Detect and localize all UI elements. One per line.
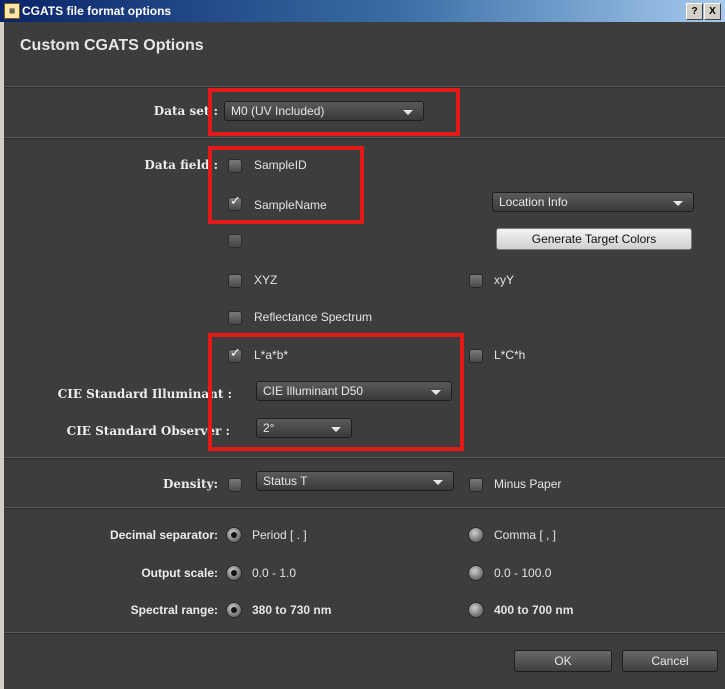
density-label: Density: (162, 477, 218, 491)
decimal-comma-label: Comma [ , ] (494, 528, 557, 542)
xyz-label: XYZ (254, 273, 278, 287)
scale-100-label: 0.0 - 100.0 (494, 566, 552, 580)
cancel-button[interactable]: Cancel (622, 650, 718, 672)
spectral-400-radio[interactable] (468, 602, 484, 618)
window-title: CGATS file format options (22, 4, 172, 18)
density-value: Status T (263, 474, 308, 488)
dialog-heading: Custom CGATS Options (20, 37, 204, 54)
lch-label: L*C*h (494, 348, 526, 362)
observer-label: CIE Standard Observer : (66, 424, 230, 438)
chevron-down-icon (433, 480, 443, 485)
highlight-box-data-set (208, 88, 460, 136)
xyz-checkbox[interactable] (228, 274, 242, 288)
density-checkbox[interactable] (228, 478, 242, 492)
xyy-checkbox[interactable] (469, 274, 483, 288)
data-field-label: Data field : (144, 158, 218, 172)
title-bar[interactable]: ▦ CGATS file format options ? X (0, 0, 725, 22)
radio-selected-dot (231, 607, 237, 613)
spectral-400-label: 400 to 700 nm (494, 603, 574, 617)
radio-selected-dot (231, 532, 237, 538)
highlight-box-lab-illuminant-observer (208, 333, 464, 451)
xyy-label: xyY (494, 273, 515, 287)
decimal-period-label: Period [ . ] (252, 528, 307, 542)
illuminant-label: CIE Standard Illuminant : (57, 387, 232, 401)
ok-button[interactable]: OK (514, 650, 612, 672)
divider (4, 137, 725, 139)
divider (4, 507, 725, 509)
decimal-separator-label: Decimal separator: (109, 528, 218, 542)
help-button[interactable]: ? (686, 3, 703, 20)
divider (4, 457, 725, 459)
highlight-box-sample-fields (208, 146, 364, 224)
output-scale-label: Output scale: (141, 566, 218, 580)
app-icon: ▦ (4, 3, 20, 19)
minus-paper-checkbox[interactable] (469, 478, 483, 492)
divider (4, 632, 725, 634)
unlabeled-checkbox[interactable] (228, 234, 242, 248)
spectral-range-label: Spectral range: (130, 603, 218, 617)
minus-paper-label: Minus Paper (494, 477, 562, 491)
spectral-380-radio[interactable] (226, 602, 242, 618)
lch-checkbox[interactable] (469, 349, 483, 363)
decimal-period-radio[interactable] (226, 527, 242, 543)
chevron-down-icon (673, 201, 683, 206)
scale-100-radio[interactable] (468, 565, 484, 581)
density-dropdown[interactable]: Status T (256, 471, 454, 491)
scale-1-label: 0.0 - 1.0 (252, 566, 297, 580)
cgats-options-window: ▦ CGATS file format options ? X Custom C… (0, 0, 725, 689)
reflectance-label: Reflectance Spectrum (254, 310, 373, 324)
generate-target-colors-button[interactable]: Generate Target Colors (496, 228, 692, 250)
location-info-value: Location Info (499, 195, 568, 209)
decimal-comma-radio[interactable] (468, 527, 484, 543)
location-info-dropdown[interactable]: Location Info (492, 192, 694, 212)
close-button[interactable]: X (704, 3, 721, 20)
data-set-label: Data set : (153, 104, 218, 118)
scale-1-radio[interactable] (226, 565, 242, 581)
reflectance-checkbox[interactable] (228, 311, 242, 325)
radio-selected-dot (231, 570, 237, 576)
spectral-380-label: 380 to 730 nm (252, 603, 332, 617)
